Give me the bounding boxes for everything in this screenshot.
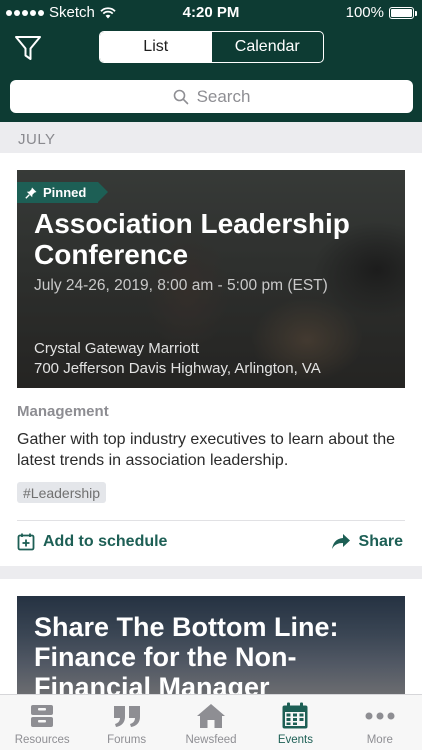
calendar-icon — [282, 702, 308, 729]
venue-address: 700 Jefferson Davis Highway, Arlington, … — [34, 360, 321, 377]
add-to-schedule-label: Add to schedule — [43, 533, 168, 550]
quote-icon — [113, 706, 140, 727]
status-bar: Sketch 4:20 PM 100% — [0, 0, 422, 24]
event-venue: Crystal Gateway Marriott 700 Jefferson D… — [34, 339, 321, 379]
event-title: Share The Bottom Line: Finance for the N… — [34, 612, 339, 694]
event-card[interactable]: Pinned Association Leadership Conference… — [0, 153, 422, 566]
pin-icon — [25, 187, 37, 199]
archive-icon — [31, 705, 54, 727]
tab-label: Events — [277, 734, 313, 746]
home-icon — [197, 704, 226, 728]
calendar-add-icon — [17, 533, 35, 551]
filter-icon — [15, 36, 41, 60]
event-image: Share The Bottom Line: Finance for the N… — [17, 596, 405, 694]
tab-label: Resources — [14, 734, 70, 746]
app-header: Sketch 4:20 PM 100% List Calendar Search — [0, 0, 422, 122]
search-input[interactable]: Search — [10, 80, 413, 113]
add-to-schedule-button[interactable]: Add to schedule — [17, 533, 167, 551]
tab-resources[interactable]: Resources — [0, 695, 84, 750]
event-date: July 24-26, 2019, 8:00 am - 5:00 pm (EST… — [34, 277, 328, 294]
event-image: Pinned Association Leadership Conference… — [17, 170, 405, 388]
month-header: JULY — [18, 131, 56, 148]
filter-button[interactable] — [14, 34, 44, 64]
battery-status: 100% — [345, 4, 417, 21]
search-placeholder: Search — [196, 86, 251, 106]
tab-label: Forums — [107, 734, 147, 746]
event-tag[interactable]: #Leadership — [17, 482, 107, 503]
view-switcher: List Calendar — [99, 31, 324, 63]
pinned-label: Pinned — [43, 185, 87, 200]
share-button[interactable]: Share — [331, 533, 403, 551]
card-divider — [17, 520, 405, 521]
tab-newsfeed[interactable]: Newsfeed — [169, 695, 253, 750]
battery-icon — [389, 6, 417, 19]
event-title: Association Leadership Conference — [34, 208, 350, 270]
tab-more[interactable]: More — [338, 695, 422, 750]
tab-bar: Resources Forums Newsfeed Events More — [0, 694, 422, 750]
tab-calendar[interactable]: Calendar — [212, 32, 324, 62]
more-icon — [365, 712, 395, 720]
tab-list[interactable]: List — [100, 32, 212, 62]
search-icon — [173, 89, 188, 104]
share-label: Share — [358, 533, 403, 550]
share-icon — [331, 534, 350, 549]
venue-name: Crystal Gateway Marriott — [34, 340, 200, 357]
tab-events[interactable]: Events — [253, 695, 337, 750]
tab-label: Newsfeed — [185, 734, 237, 746]
pinned-badge: Pinned — [17, 182, 109, 203]
battery-percent: 100% — [345, 4, 384, 21]
tab-forums[interactable]: Forums — [84, 695, 168, 750]
tab-label: More — [366, 734, 393, 746]
event-card[interactable]: Share The Bottom Line: Finance for the N… — [0, 579, 422, 694]
event-category: Management — [17, 403, 109, 420]
event-description: Gather with top industry executives to l… — [17, 431, 395, 469]
